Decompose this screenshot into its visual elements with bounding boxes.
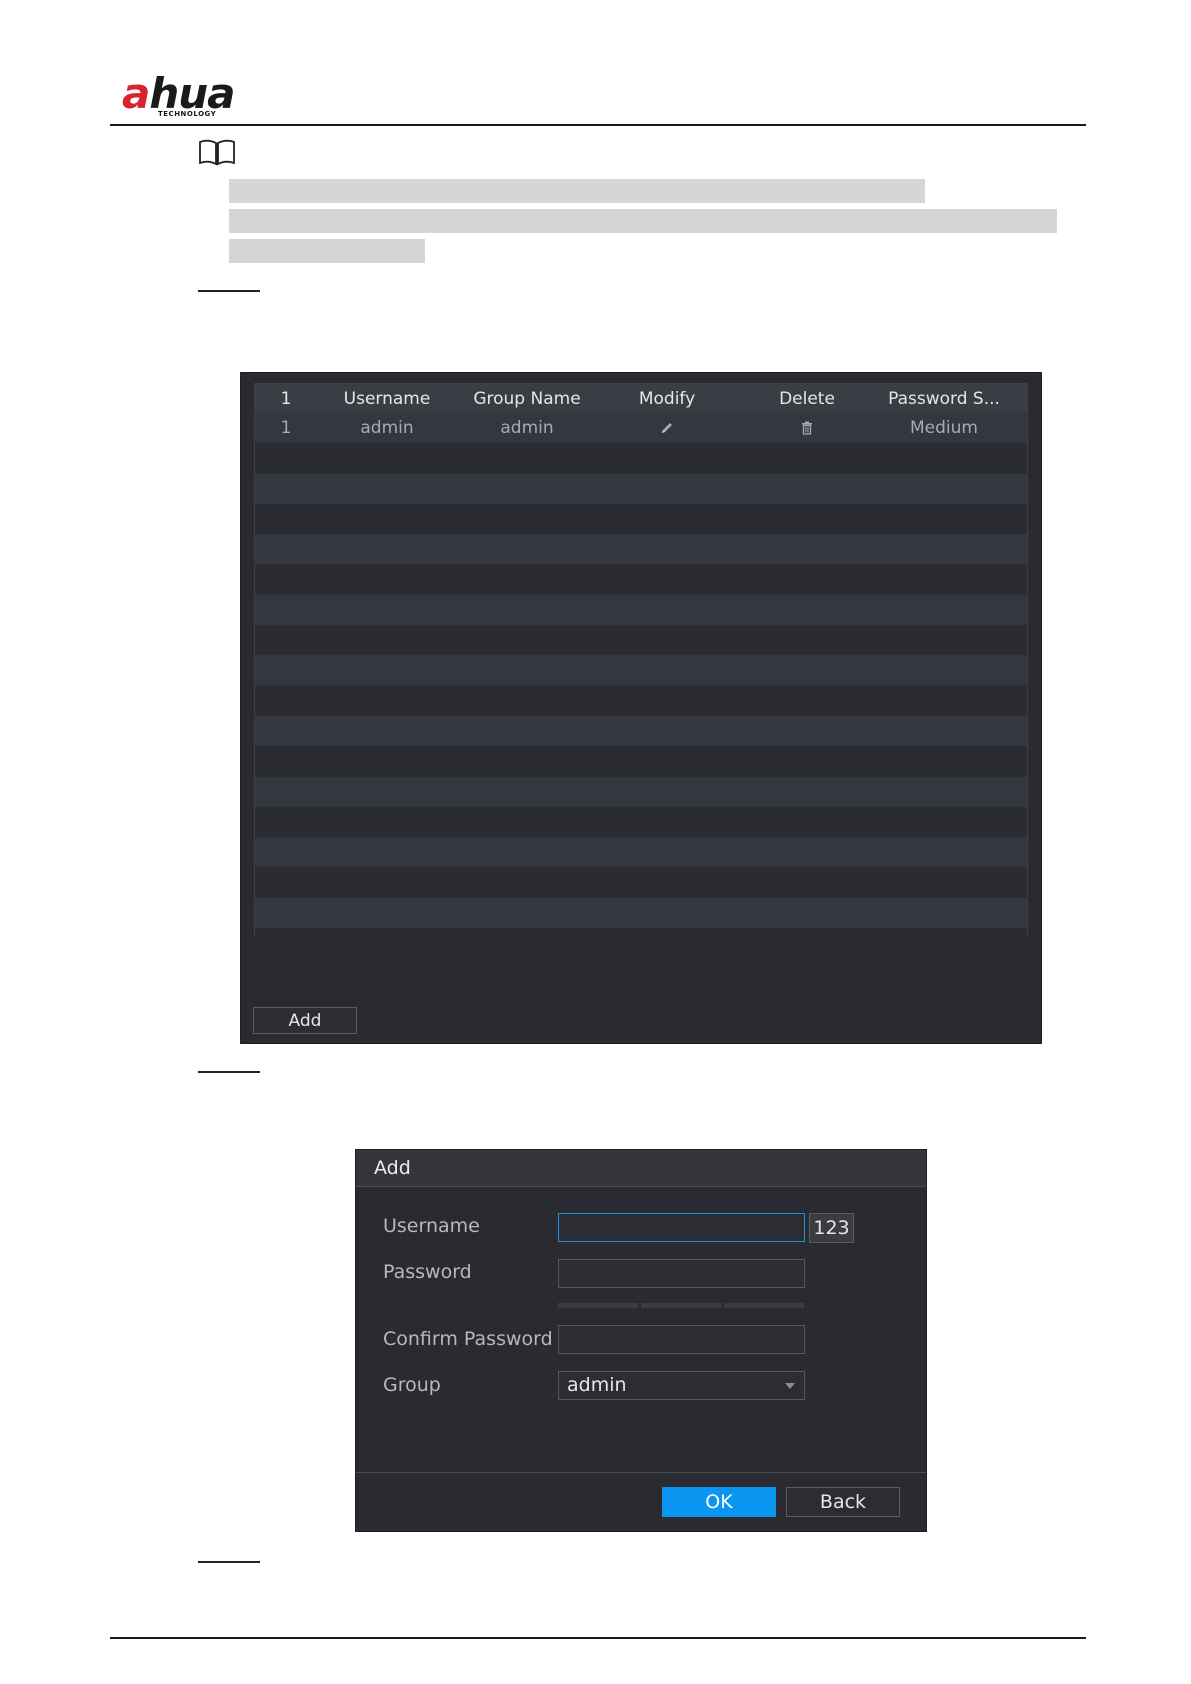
group-select-value: admin: [567, 1374, 627, 1396]
col-group-header[interactable]: Group Name: [457, 389, 597, 409]
redacted-note-line-1: [229, 179, 925, 203]
empty-table-row: [255, 746, 1027, 777]
password-input[interactable]: [558, 1259, 805, 1288]
password-strength-bar-2: [641, 1303, 721, 1308]
empty-table-row: [255, 837, 1027, 868]
col-modify-header: Modify: [638, 388, 696, 409]
redacted-note-line-2: [229, 209, 1057, 233]
password-strength-bar-1: [558, 1303, 638, 1308]
confirm-password-label: Confirm Password: [383, 1328, 553, 1350]
back-button[interactable]: Back: [786, 1487, 900, 1517]
empty-table-row: [255, 867, 1027, 898]
confirm-password-input[interactable]: [558, 1325, 805, 1354]
empty-table-row: [255, 443, 1027, 474]
row-index: 1: [280, 418, 292, 438]
col-delete-header: Delete: [779, 388, 835, 409]
empty-table-row: [255, 473, 1027, 504]
empty-table-row: [255, 685, 1027, 716]
user-list-panel: 1 Username Group Name Modify Delete Pass…: [240, 372, 1042, 1044]
dialog-title: Add: [356, 1150, 926, 1187]
password-strength-bar-3: [724, 1303, 804, 1308]
col-username-header[interactable]: Username: [317, 389, 457, 409]
ok-button[interactable]: OK: [662, 1487, 776, 1517]
keyboard-toggle-button[interactable]: 123: [809, 1213, 854, 1243]
trash-icon: [802, 421, 812, 435]
row-username: admin: [360, 418, 414, 438]
empty-table-row: [255, 655, 1027, 686]
username-input[interactable]: [558, 1213, 805, 1242]
modify-button[interactable]: [597, 418, 737, 438]
empty-table-row: [255, 716, 1027, 746]
step-marker-1: [198, 290, 260, 292]
table-row[interactable]: 1 admin admin Medium: [255, 413, 1027, 443]
col-password-strength-header[interactable]: Password S...: [877, 389, 1011, 409]
col-index-header[interactable]: 1: [255, 389, 317, 409]
add-user-dialog: Add Username 123 Password Confirm Passwo…: [355, 1149, 927, 1532]
empty-table-row: [255, 897, 1027, 928]
empty-table-row: [255, 806, 1027, 837]
group-select[interactable]: admin: [558, 1371, 805, 1400]
group-label: Group: [383, 1374, 441, 1396]
user-table: 1 Username Group Name Modify Delete Pass…: [254, 383, 1028, 959]
empty-table-row: [255, 594, 1027, 625]
note-book-icon: [199, 139, 235, 166]
footer-rule: [110, 1637, 1086, 1639]
empty-table-row: [255, 503, 1027, 534]
redacted-note-line-3: [229, 239, 425, 263]
empty-table-row: [255, 534, 1027, 565]
dialog-footer-divider: [356, 1472, 926, 1473]
row-group: admin: [500, 418, 554, 438]
table-header: 1 Username Group Name Modify Delete Pass…: [255, 384, 1027, 413]
dahua-logo: ahua TECHNOLOGY: [122, 69, 236, 119]
add-user-button[interactable]: Add: [253, 1007, 357, 1034]
empty-table-row: [255, 564, 1027, 595]
password-label: Password: [383, 1261, 472, 1283]
empty-table-row: [255, 928, 1027, 959]
empty-table-row: [255, 776, 1027, 807]
chevron-down-icon: [785, 1383, 795, 1389]
username-label: Username: [383, 1215, 480, 1237]
delete-button[interactable]: [737, 418, 877, 438]
row-password-strength: Medium: [910, 418, 978, 438]
step-marker-2: [198, 1071, 260, 1073]
pencil-icon: [662, 423, 672, 433]
header-rule: [110, 124, 1086, 126]
step-marker-3: [198, 1561, 260, 1563]
empty-table-row: [255, 625, 1027, 656]
